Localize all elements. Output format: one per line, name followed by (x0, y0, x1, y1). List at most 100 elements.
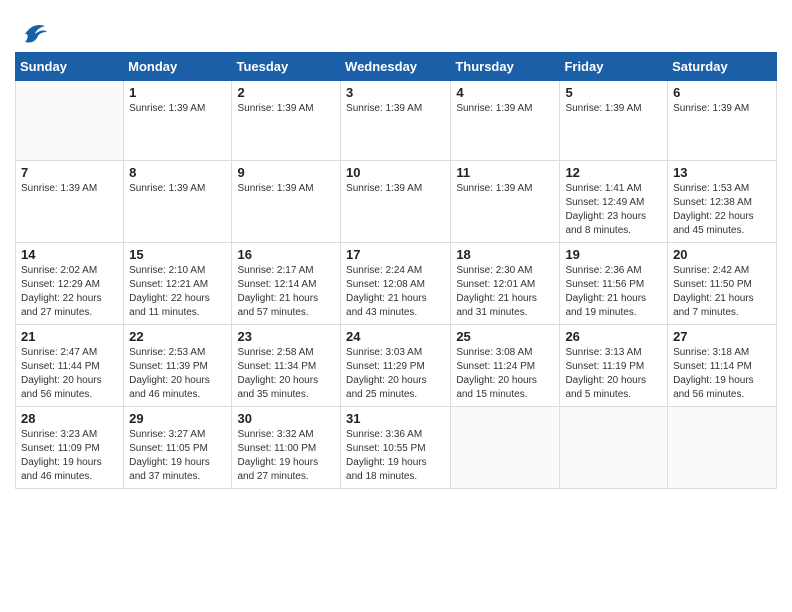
calendar-cell: 16 Sunrise: 2:17 AM Sunset: 12:14 AM Dayl… (232, 243, 341, 325)
day-info: Sunrise: 2:47 AM Sunset: 11:44 PM Daylig… (21, 346, 118, 402)
calendar-cell: 24Sunrise: 3:03 AM Sunset: 11:29 PM Dayl… (341, 325, 451, 407)
day-number: 12 (565, 165, 662, 180)
calendar-cell: 27 Sunrise: 3:18 AM Sunset: 11:14 PM Dayl… (668, 325, 777, 407)
day-number: 23 (237, 329, 335, 344)
calendar-cell: 31 Sunrise: 3:36 AM Sunset: 10:55 PM Dayl… (341, 407, 451, 489)
day-info: Sunrise: 3:13 AM Sunset: 11:19 PM Daylig… (565, 346, 662, 402)
day-info: Sunrise: 1:39 AM (456, 102, 554, 116)
calendar-cell: 2 Sunrise: 1:39 AM (232, 81, 341, 161)
day-info: Sunrise: 2:17 AM Sunset: 12:14 AM Daylig… (237, 264, 335, 320)
calendar-cell: 1 Sunrise: 1:39 AM (124, 81, 232, 161)
day-number: 14 (21, 247, 118, 262)
day-number: 6 (673, 85, 771, 100)
day-number: 28 (21, 411, 118, 426)
column-header-tuesday: Tuesday (232, 53, 341, 81)
calendar-cell: 5 Sunrise: 1:39 AM (560, 81, 668, 161)
day-info: Sunrise: 1:53 AM Sunset: 12:38 AM Daylig… (673, 182, 771, 238)
day-number: 25 (456, 329, 554, 344)
calendar-cell: 11 Sunrise: 1:39 AM (451, 161, 560, 243)
column-header-sunday: Sunday (16, 53, 124, 81)
column-header-friday: Friday (560, 53, 668, 81)
calendar-cell: 12 Sunrise: 1:41 AM Sunset: 12:49 AM Dayl… (560, 161, 668, 243)
week-row-5: 28 Sunrise: 3:23 AM Sunset: 11:09 PM Dayl… (16, 407, 777, 489)
day-number: 15 (129, 247, 226, 262)
calendar-cell: 19 Sunrise: 2:36 AM Sunset: 11:56 PM Dayl… (560, 243, 668, 325)
week-row-4: 21 Sunrise: 2:47 AM Sunset: 11:44 PM Dayl… (16, 325, 777, 407)
day-number: 21 (21, 329, 118, 344)
day-info: Sunrise: 1:39 AM (129, 182, 226, 196)
calendar-cell: 23 Sunrise: 2:58 AM Sunset: 11:34 PM Dayl… (232, 325, 341, 407)
day-info: Sunrise: 2:10 AM Sunset: 12:21 AM Daylig… (129, 264, 226, 320)
day-info: Sunrise: 1:39 AM (456, 182, 554, 196)
column-header-saturday: Saturday (668, 53, 777, 81)
day-number: 13 (673, 165, 771, 180)
day-info: Sunrise: 3:18 AM Sunset: 11:14 PM Daylig… (673, 346, 771, 402)
day-info: Sunrise: 1:39 AM (565, 102, 662, 116)
week-row-3: 14 Sunrise: 2:02 AM Sunset: 12:29 AM Dayl… (16, 243, 777, 325)
column-header-monday: Monday (124, 53, 232, 81)
day-info: Sunrise: 2:02 AM Sunset: 12:29 AM Daylig… (21, 264, 118, 320)
calendar-cell: 20 Sunrise: 2:42 AM Sunset: 11:50 PM Dayl… (668, 243, 777, 325)
calendar-cell: 25 Sunrise: 3:08 AM Sunset: 11:24 PM Dayl… (451, 325, 560, 407)
day-number: 24 (346, 329, 445, 344)
day-number: 7 (21, 165, 118, 180)
day-info: Sunrise: 3:32 AM Sunset: 11:00 PM Daylig… (237, 428, 335, 484)
day-number: 27 (673, 329, 771, 344)
day-info: Sunrise: 1:39 AM (346, 102, 445, 116)
day-number: 18 (456, 247, 554, 262)
calendar-cell: 22 Sunrise: 2:53 AM Sunset: 11:39 PM Dayl… (124, 325, 232, 407)
day-info: Sunrise: 3:23 AM Sunset: 11:09 PM Daylig… (21, 428, 118, 484)
day-number: 29 (129, 411, 226, 426)
calendar-cell: 10Sunrise: 1:39 AM (341, 161, 451, 243)
column-header-wednesday: Wednesday (341, 53, 451, 81)
day-info: Sunrise: 2:53 AM Sunset: 11:39 PM Daylig… (129, 346, 226, 402)
calendar-cell (668, 407, 777, 489)
day-info: Sunrise: 2:36 AM Sunset: 11:56 PM Daylig… (565, 264, 662, 320)
day-number: 1 (129, 85, 226, 100)
calendar-header-row: SundayMondayTuesdayWednesdayThursdayFrid… (16, 53, 777, 81)
calendar-cell: 29 Sunrise: 3:27 AM Sunset: 11:05 PM Dayl… (124, 407, 232, 489)
day-number: 19 (565, 247, 662, 262)
calendar-cell: 21 Sunrise: 2:47 AM Sunset: 11:44 PM Dayl… (16, 325, 124, 407)
calendar-cell: 8 Sunrise: 1:39 AM (124, 161, 232, 243)
day-info: Sunrise: 2:58 AM Sunset: 11:34 PM Daylig… (237, 346, 335, 402)
day-info: Sunrise: 1:39 AM (237, 102, 335, 116)
day-info: Sunrise: 1:41 AM Sunset: 12:49 AM Daylig… (565, 182, 662, 238)
day-number: 30 (237, 411, 335, 426)
day-number: 8 (129, 165, 226, 180)
calendar-cell: 13 Sunrise: 1:53 AM Sunset: 12:38 AM Dayl… (668, 161, 777, 243)
day-info: Sunrise: 1:39 AM (673, 102, 771, 116)
calendar-cell: 26 Sunrise: 3:13 AM Sunset: 11:19 PM Dayl… (560, 325, 668, 407)
day-number: 26 (565, 329, 662, 344)
calendar-cell (451, 407, 560, 489)
day-number: 20 (673, 247, 771, 262)
day-info: Sunrise: 1:39 AM (21, 182, 118, 196)
day-info: Sunrise: 2:30 AM Sunset: 12:01 AM Daylig… (456, 264, 554, 320)
day-info: Sunrise: 3:36 AM Sunset: 10:55 PM Daylig… (346, 428, 445, 484)
day-number: 5 (565, 85, 662, 100)
calendar-cell: 28 Sunrise: 3:23 AM Sunset: 11:09 PM Dayl… (16, 407, 124, 489)
day-info: Sunrise: 1:39 AM (237, 182, 335, 196)
column-header-thursday: Thursday (451, 53, 560, 81)
day-info: Sunrise: 1:39 AM (346, 182, 445, 196)
calendar-cell: 14 Sunrise: 2:02 AM Sunset: 12:29 AM Dayl… (16, 243, 124, 325)
day-number: 4 (456, 85, 554, 100)
calendar-table: SundayMondayTuesdayWednesdayThursdayFrid… (15, 52, 777, 489)
logo (15, 18, 49, 48)
calendar-cell (560, 407, 668, 489)
day-number: 31 (346, 411, 445, 426)
day-number: 22 (129, 329, 226, 344)
day-number: 2 (237, 85, 335, 100)
day-info: Sunrise: 2:24 AM Sunset: 12:08 AM Daylig… (346, 264, 445, 320)
day-number: 11 (456, 165, 554, 180)
day-info: Sunrise: 3:27 AM Sunset: 11:05 PM Daylig… (129, 428, 226, 484)
calendar-cell: 15 Sunrise: 2:10 AM Sunset: 12:21 AM Dayl… (124, 243, 232, 325)
day-number: 16 (237, 247, 335, 262)
day-info: Sunrise: 2:42 AM Sunset: 11:50 PM Daylig… (673, 264, 771, 320)
day-info: Sunrise: 1:39 AM (129, 102, 226, 116)
calendar-cell: 3Sunrise: 1:39 AM (341, 81, 451, 161)
week-row-2: 7 Sunrise: 1:39 AM 8 Sunrise: 1:39 AM 9 Sunri… (16, 161, 777, 243)
calendar-cell (16, 81, 124, 161)
day-info: Sunrise: 3:08 AM Sunset: 11:24 PM Daylig… (456, 346, 554, 402)
day-number: 9 (237, 165, 335, 180)
